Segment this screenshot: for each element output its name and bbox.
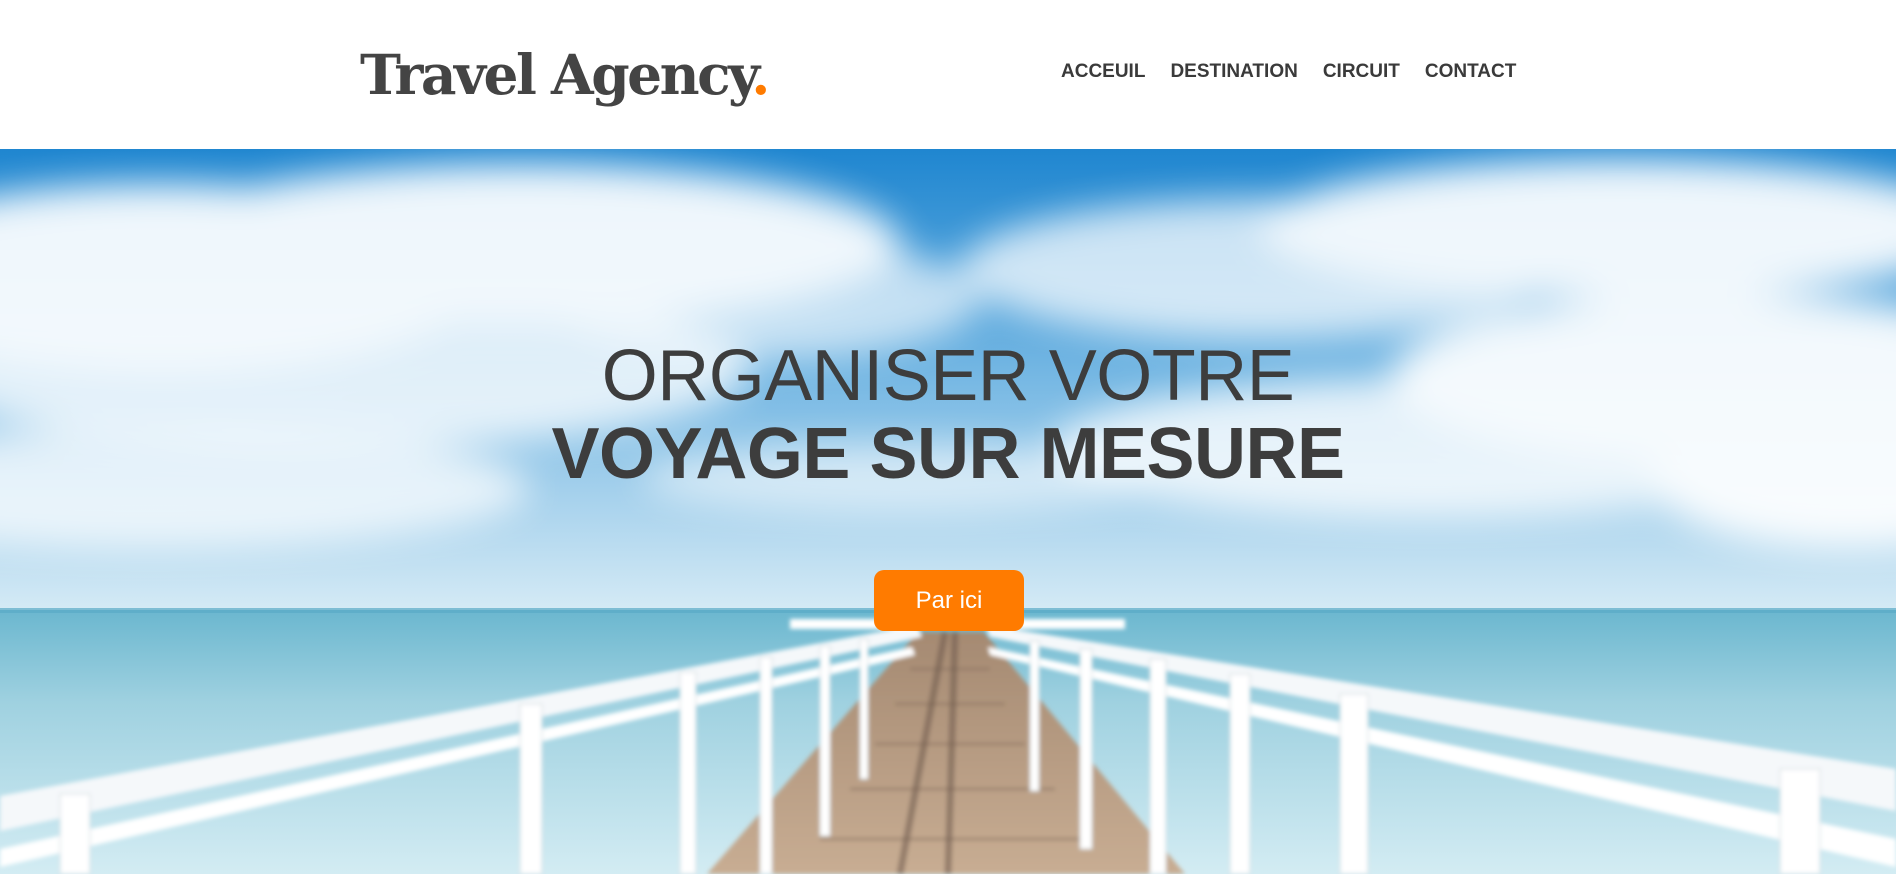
pier-over-sea-photo bbox=[0, 149, 1896, 874]
main-nav: ACCEUIL DESTINATION CIRCUIT CONTACT bbox=[1061, 61, 1516, 83]
site-header: Travel Agency. ACCEUIL DESTINATION CIRCU… bbox=[0, 0, 1896, 149]
nav-link-destination[interactable]: DESTINATION bbox=[1170, 61, 1297, 83]
nav-link-acceuil[interactable]: ACCEUIL bbox=[1061, 61, 1145, 83]
par-ici-button[interactable]: Par ici bbox=[874, 570, 1024, 631]
hero-title-line2: VOYAGE SUR MESURE bbox=[551, 414, 1345, 494]
hero-title-line1: ORGANISER VOTRE bbox=[601, 336, 1295, 416]
brand-name: Travel Agency bbox=[360, 42, 754, 107]
hero-banner: ORGANISER VOTRE VOYAGE SUR MESURE Par ic… bbox=[0, 149, 1896, 874]
nav-link-circuit[interactable]: CIRCUIT bbox=[1323, 61, 1400, 83]
brand-logo[interactable]: Travel Agency. bbox=[360, 42, 770, 107]
brand-dot: . bbox=[751, 42, 770, 107]
nav-link-contact[interactable]: CONTACT bbox=[1425, 61, 1516, 83]
